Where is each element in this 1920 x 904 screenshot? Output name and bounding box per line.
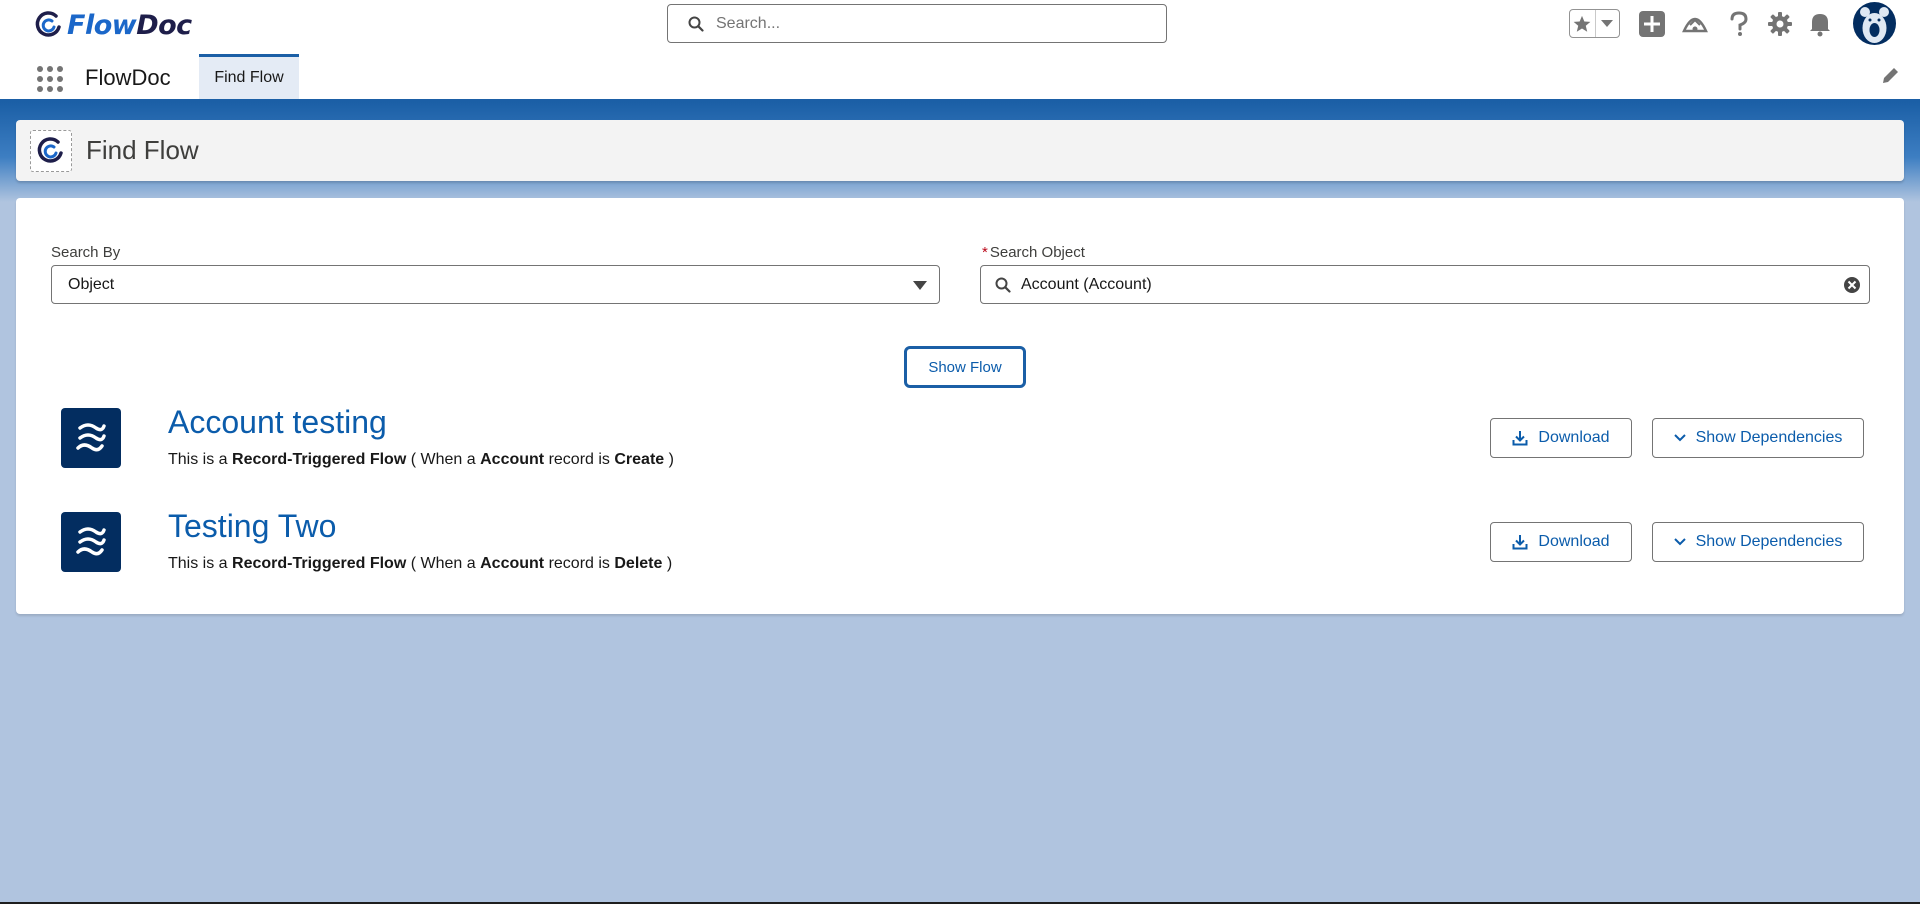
flow-description: This is a Record-Triggered Flow ( When a… — [168, 451, 674, 468]
show-dependencies-button[interactable]: Show Dependencies — [1652, 522, 1864, 562]
global-actions-button[interactable] — [1638, 10, 1666, 38]
search-object-label: * Search Object — [982, 244, 1085, 261]
favorites-dropdown-button[interactable] — [1594, 10, 1620, 37]
star-icon — [1573, 15, 1591, 32]
tab-label: Find Flow — [214, 69, 284, 86]
flowdoc-logo-icon — [35, 11, 61, 37]
add-icon — [1639, 11, 1665, 37]
edit-nav-button[interactable] — [1880, 66, 1900, 86]
pencil-icon — [1883, 68, 1898, 83]
clear-icon[interactable] — [1843, 276, 1861, 294]
flow-icon — [61, 408, 121, 468]
search-object-value: Account (Account) — [1021, 275, 1152, 293]
flowdoc-icon — [37, 137, 63, 163]
search-by-value: Object — [68, 275, 115, 293]
flow-title-link[interactable]: Account testing — [168, 402, 387, 442]
search-icon — [688, 16, 704, 32]
logo-text: FlowDoc — [67, 9, 192, 41]
search-object-lookup[interactable]: Account (Account) — [980, 265, 1870, 304]
trailhead-button[interactable] — [1681, 10, 1709, 38]
flow-list-item: Account testing This is a Record-Trigger… — [16, 404, 1904, 478]
global-search-input[interactable]: Search... — [667, 4, 1167, 43]
page-header: Find Flow — [16, 120, 1904, 181]
download-button[interactable]: Download — [1490, 522, 1632, 562]
show-flow-button[interactable]: Show Flow — [904, 346, 1026, 388]
dropdown-caret-icon — [913, 281, 927, 290]
help-button[interactable] — [1725, 10, 1753, 38]
required-indicator: * — [982, 244, 988, 261]
bell-icon — [1810, 14, 1830, 37]
flow-waves-icon — [76, 527, 106, 556]
app-launcher-button[interactable] — [36, 65, 64, 93]
setup-button[interactable] — [1766, 10, 1794, 38]
flow-description: This is a Record-Triggered Flow ( When a… — [168, 555, 673, 572]
search-by-label: Search By — [51, 244, 121, 261]
notifications-button[interactable] — [1806, 10, 1834, 38]
user-avatar[interactable] — [1853, 2, 1896, 45]
flow-title-link[interactable]: Testing Two — [168, 506, 336, 546]
favorites-control[interactable] — [1569, 9, 1620, 38]
flowdoc-logo[interactable]: FlowDoc — [34, 8, 192, 42]
help-icon — [1730, 11, 1748, 36]
search-icon — [995, 277, 1011, 293]
chevron-down-icon — [1673, 434, 1686, 442]
find-flow-card: Search By Object * Search Object Account … — [16, 198, 1904, 614]
trailhead-icon — [1682, 17, 1708, 33]
app-navigation-bar: FlowDoc Find Flow — [0, 50, 1920, 102]
flow-icon — [61, 512, 121, 572]
global-header: FlowDoc Search... — [0, 0, 1920, 50]
show-dependencies-button[interactable]: Show Dependencies — [1652, 418, 1864, 458]
flow-list-item: Testing Two This is a Record-Triggered F… — [16, 508, 1904, 582]
search-placeholder: Search... — [716, 14, 781, 32]
search-by-select[interactable]: Object — [51, 265, 940, 304]
chevron-down-icon — [1601, 19, 1614, 27]
chevron-down-icon — [1673, 538, 1686, 546]
download-button[interactable]: Download — [1490, 418, 1632, 458]
tab-find-flow[interactable]: Find Flow — [199, 54, 299, 99]
gear-icon — [1768, 12, 1792, 36]
page-title: Find Flow — [86, 135, 199, 165]
app-name: FlowDoc — [85, 65, 171, 90]
download-icon — [1512, 431, 1528, 446]
app-launcher-icon — [37, 66, 63, 92]
download-icon — [1512, 535, 1528, 550]
flow-waves-icon — [76, 423, 106, 452]
favorites-star-button[interactable] — [1570, 10, 1595, 37]
page-header-icon — [30, 130, 72, 172]
bear-avatar-icon — [1860, 7, 1889, 43]
